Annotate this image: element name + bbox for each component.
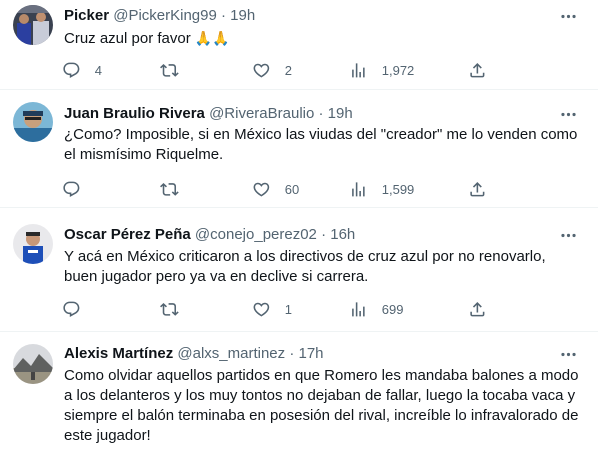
- prayer-hands-emoji: 🙏🙏: [194, 30, 230, 46]
- display-name[interactable]: Alexis Martínez: [64, 345, 173, 362]
- separator-dot: ·: [318, 105, 324, 122]
- tweet-actions: 60 1,599: [62, 179, 502, 199]
- views-button[interactable]: 1,599: [349, 179, 414, 199]
- reply-icon: [63, 181, 80, 197]
- separator-dot: ·: [321, 226, 327, 243]
- reply-button[interactable]: 4: [62, 60, 102, 80]
- like-button[interactable]: 1: [252, 299, 292, 319]
- display-name[interactable]: Oscar Pérez Peña: [64, 226, 191, 243]
- share-button[interactable]: [468, 179, 487, 199]
- views-icon: [352, 62, 365, 78]
- timestamp[interactable]: 19h: [230, 7, 255, 24]
- retweet-icon: [160, 182, 179, 196]
- display-name[interactable]: Picker: [64, 7, 109, 24]
- more-icon: [560, 352, 576, 356]
- tweet-actions: 4 2 1,972: [62, 60, 502, 80]
- timestamp[interactable]: 16h: [330, 226, 355, 243]
- heart-icon: [253, 182, 270, 197]
- share-button[interactable]: [468, 60, 487, 80]
- tweet-header: Oscar Pérez Peña @conejo_perez02 · 16h: [64, 225, 558, 245]
- user-handle[interactable]: @conejo_perez02: [195, 226, 317, 243]
- avatar[interactable]: [13, 5, 53, 45]
- reply-button[interactable]: [62, 299, 95, 319]
- retweet-button[interactable]: [160, 299, 193, 319]
- tweet-header: Juan Braulio Rivera @RiveraBraulio · 19h: [64, 104, 558, 124]
- tweet-text: Como olvidar aquellos partidos en que Ro…: [64, 367, 579, 444]
- more-button[interactable]: [556, 104, 580, 124]
- tweet-header: Picker @PickerKing99 · 19h: [64, 6, 558, 26]
- more-icon: [560, 14, 576, 18]
- views-button[interactable]: 699: [349, 299, 403, 319]
- heart-icon: [253, 63, 270, 78]
- views-count: 699: [381, 301, 404, 317]
- like-count: 1: [284, 301, 292, 317]
- like-count: 2: [284, 62, 292, 78]
- like-count: 60: [284, 181, 300, 197]
- reply-icon: [63, 62, 80, 78]
- retweet-button[interactable]: [160, 179, 193, 199]
- user-handle[interactable]: @RiveraBraulio: [209, 105, 314, 122]
- share-icon: [470, 181, 485, 197]
- more-button[interactable]: [556, 225, 580, 245]
- share-icon: [470, 301, 485, 317]
- share-icon: [470, 62, 485, 78]
- reply-button[interactable]: [62, 179, 95, 199]
- separator-dot: ·: [221, 7, 226, 24]
- reply-icon: [63, 301, 80, 317]
- retweet-icon: [160, 63, 179, 77]
- avatar[interactable]: [13, 102, 53, 142]
- more-button[interactable]: [556, 344, 580, 364]
- more-icon: [560, 112, 576, 116]
- user-handle[interactable]: @PickerKing99: [113, 7, 217, 24]
- reply-count: 4: [94, 62, 102, 78]
- tweet-actions: 1 699: [62, 299, 502, 319]
- views-button[interactable]: 1,972: [349, 60, 414, 80]
- timestamp[interactable]: 17h: [299, 345, 324, 362]
- more-icon: [560, 233, 576, 237]
- reply-feed: Picker @PickerKing99 · 19h Cruz azul por…: [0, 0, 598, 455]
- heart-icon: [253, 302, 270, 317]
- share-button[interactable]: [468, 299, 487, 319]
- views-count: 1,599: [381, 181, 415, 197]
- like-button[interactable]: 2: [252, 60, 292, 80]
- timestamp[interactable]: 19h: [328, 105, 353, 122]
- views-icon: [352, 181, 365, 197]
- like-button[interactable]: 60: [252, 179, 299, 199]
- tweet-juan-braulio[interactable]: Juan Braulio Rivera @RiveraBraulio · 19h…: [0, 90, 598, 208]
- views-icon: [352, 301, 365, 317]
- avatar[interactable]: [13, 224, 53, 264]
- retweet-icon: [160, 302, 179, 316]
- retweet-button[interactable]: [160, 60, 193, 80]
- user-handle[interactable]: @alxs_martinez: [177, 345, 285, 362]
- more-button[interactable]: [556, 6, 580, 26]
- tweet-oscar-perez[interactable]: Oscar Pérez Peña @conejo_perez02 · 16h Y…: [0, 208, 598, 332]
- tweet-header: Alexis Martínez @alxs_martinez · 17h: [64, 344, 558, 364]
- tweet-text: Y acá en México criticaron a los directi…: [64, 248, 546, 285]
- tweet-text-body: Cruz azul por favor: [64, 30, 191, 47]
- tweet-alexis-martinez[interactable]: Alexis Martínez @alxs_martinez · 17h Com…: [0, 332, 598, 455]
- separator-dot: ·: [289, 345, 295, 362]
- tweet-text: Cruz azul por favor 🙏🙏: [64, 28, 582, 49]
- views-count: 1,972: [381, 62, 415, 78]
- tweet-text: ¿Como? Imposible, si en México las viuda…: [64, 126, 578, 163]
- avatar[interactable]: [13, 344, 53, 384]
- display-name[interactable]: Juan Braulio Rivera: [64, 105, 205, 122]
- tweet-picker[interactable]: Picker @PickerKing99 · 19h Cruz azul por…: [0, 0, 598, 90]
